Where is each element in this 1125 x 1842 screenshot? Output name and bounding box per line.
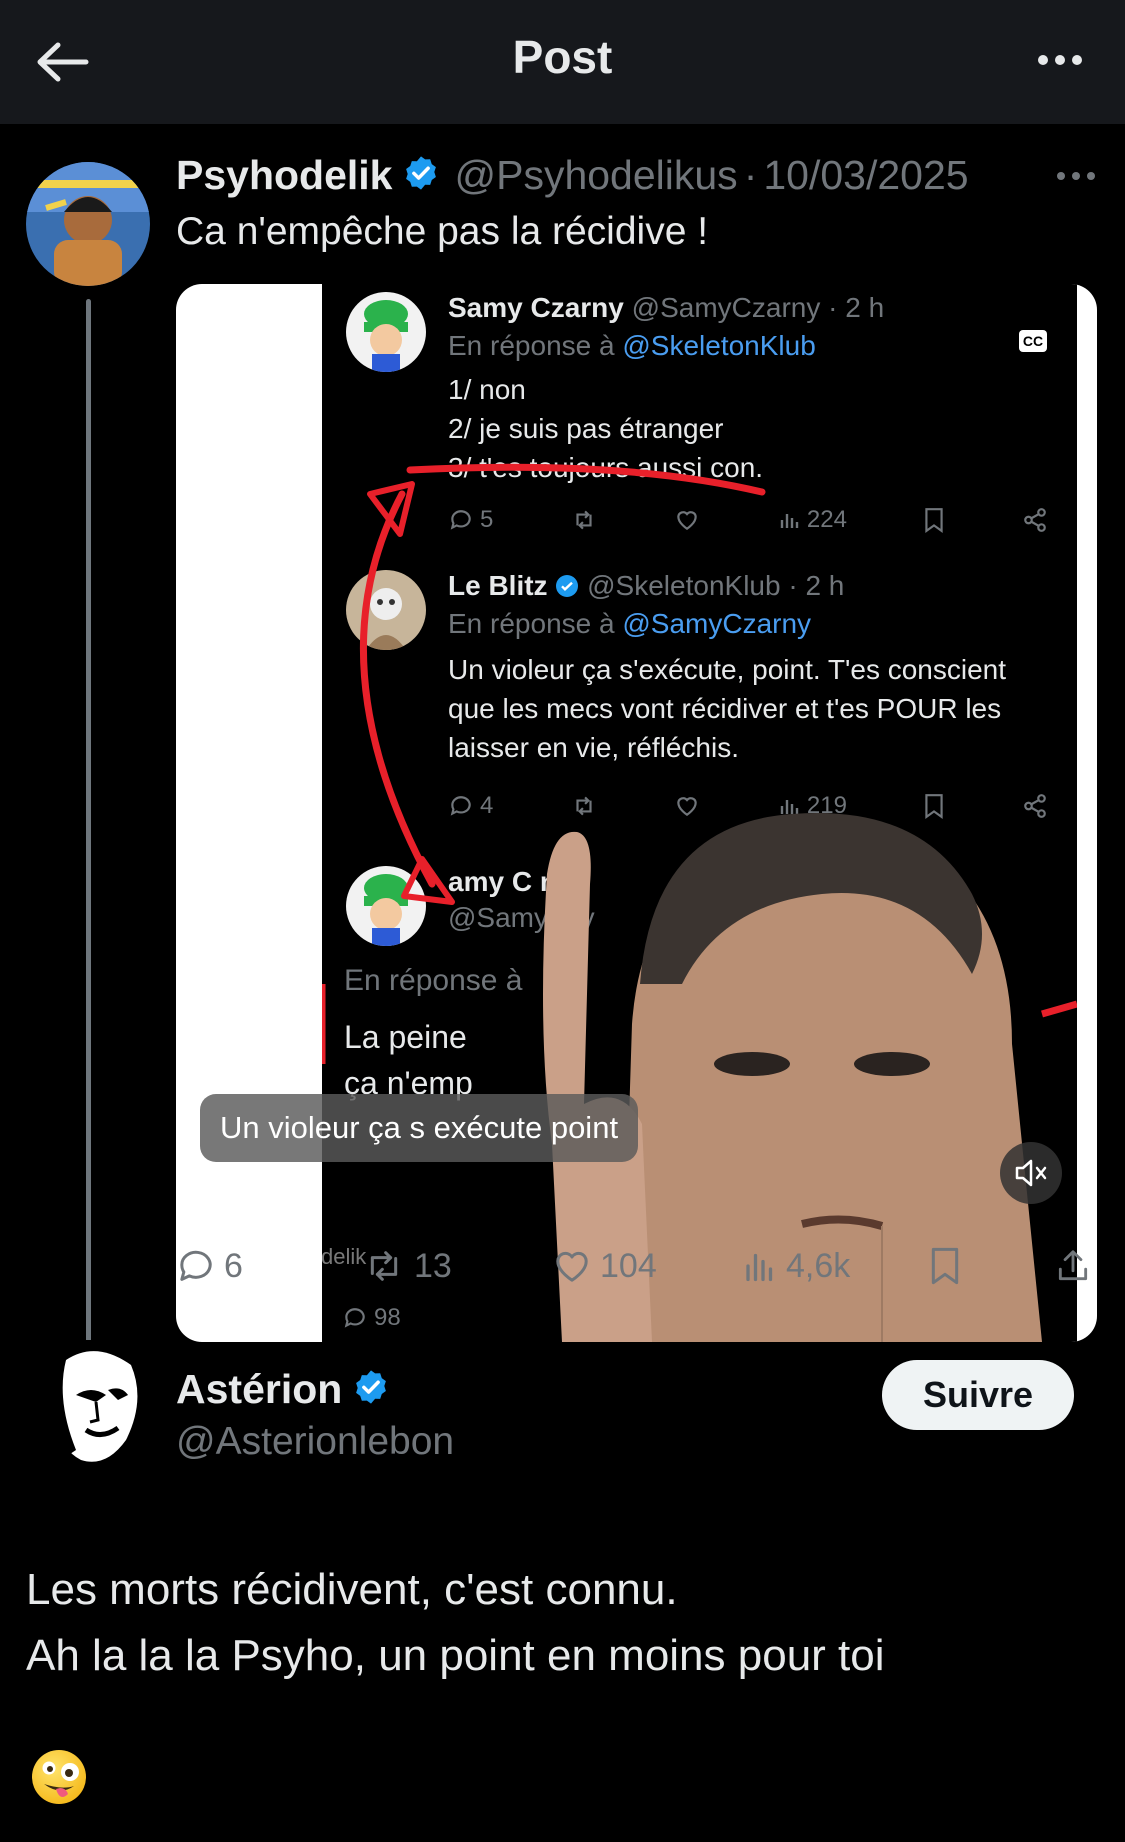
follow-button[interactable]: Suivre	[882, 1360, 1074, 1430]
views-button[interactable]: 4,6k	[742, 1246, 850, 1286]
video-player[interactable]: Samy Czarny @SamyCzarny · 2 h En réponse…	[176, 284, 1097, 1342]
repost-count: 13	[414, 1246, 452, 1285]
views-icon	[746, 1253, 773, 1282]
video-frame: Samy Czarny @SamyCzarny · 2 h En réponse…	[322, 284, 1077, 1342]
heart-icon	[556, 1251, 588, 1282]
post-date[interactable]: 10/03/2025	[763, 152, 968, 199]
post-text: Ca n'empêche pas la récidive !	[176, 210, 709, 253]
share-icon	[1058, 1250, 1088, 1281]
reply-count: 6	[224, 1246, 243, 1285]
dot	[1072, 55, 1082, 65]
reply-button[interactable]: 6	[176, 1246, 243, 1286]
like-count: 104	[600, 1246, 657, 1285]
dot	[1072, 172, 1080, 180]
like-button[interactable]: 104	[552, 1246, 657, 1286]
reply-icon	[180, 1250, 212, 1281]
post-more-button[interactable]	[1057, 172, 1095, 180]
avatar[interactable]	[26, 162, 150, 286]
thread-line	[86, 299, 91, 1469]
author-name[interactable]: Psyhodelik	[176, 152, 392, 199]
author-handle[interactable]: @Psyhodelikus	[454, 152, 737, 199]
repost-button[interactable]: 13	[362, 1246, 452, 1286]
bookmark-button[interactable]	[928, 1246, 962, 1286]
separator: ·	[743, 152, 758, 198]
person-overlay	[543, 813, 1042, 1342]
dot	[1087, 172, 1095, 180]
more-options-button[interactable]	[1025, 40, 1095, 80]
author-handle[interactable]: @Asterionlebon	[176, 1420, 454, 1464]
closed-captions-button[interactable]: CC	[1019, 330, 1047, 352]
reply-header: Astérion	[176, 1366, 390, 1413]
top-bar: Post	[0, 0, 1125, 124]
verified-badge-icon	[352, 1368, 390, 1411]
video-subtitle: Un violeur ça s exécute point	[200, 1094, 639, 1162]
verified-badge-icon	[402, 154, 440, 197]
dot	[1055, 55, 1065, 65]
dot	[1038, 55, 1048, 65]
page-title: Post	[512, 31, 613, 83]
speaker-muted-icon	[1015, 1159, 1047, 1187]
view-count: 4,6k	[786, 1246, 851, 1285]
reply-text: Les morts récidivent, c'est connu. Ah la…	[26, 1557, 885, 1689]
mute-button[interactable]	[1000, 1142, 1062, 1204]
author-name[interactable]: Astérion	[176, 1366, 342, 1413]
reply-text-line: Ah la la la Psyho, un point en moins pou…	[26, 1631, 885, 1680]
post-header: Psyhodelik @Psyhodelikus · 10/03/2025	[176, 152, 969, 199]
reply-text-line: Les morts récidivent, c'est connu.	[26, 1565, 678, 1614]
avatar[interactable]	[36, 1340, 152, 1470]
post-actions: 6 13 104 4,6k	[176, 1246, 1096, 1296]
zany-face-emoji-icon	[30, 1748, 88, 1806]
dot	[1057, 172, 1065, 180]
share-button[interactable]	[1054, 1246, 1092, 1286]
bookmark-icon	[931, 1247, 959, 1285]
repost-icon	[370, 1251, 398, 1281]
